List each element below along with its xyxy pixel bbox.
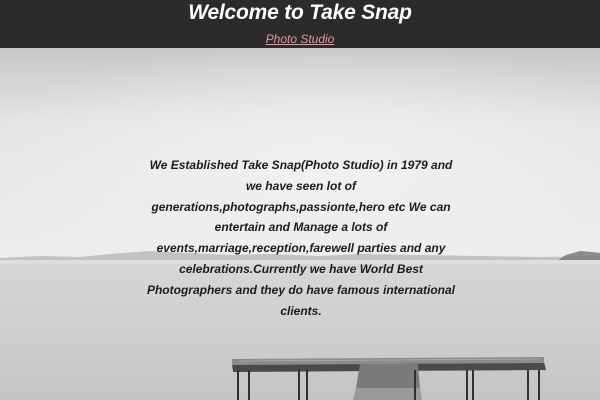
photo-studio-link[interactable]: Photo Studio xyxy=(266,32,335,46)
site-title: Welcome to Take Snap xyxy=(188,1,412,24)
site-header: Welcome to Take Snap Photo Studio xyxy=(0,0,600,48)
about-paragraph: We Established Take Snap(Photo Studio) i… xyxy=(146,158,456,318)
page: Welcome to Take Snap Photo Studio We Est… xyxy=(0,0,600,400)
